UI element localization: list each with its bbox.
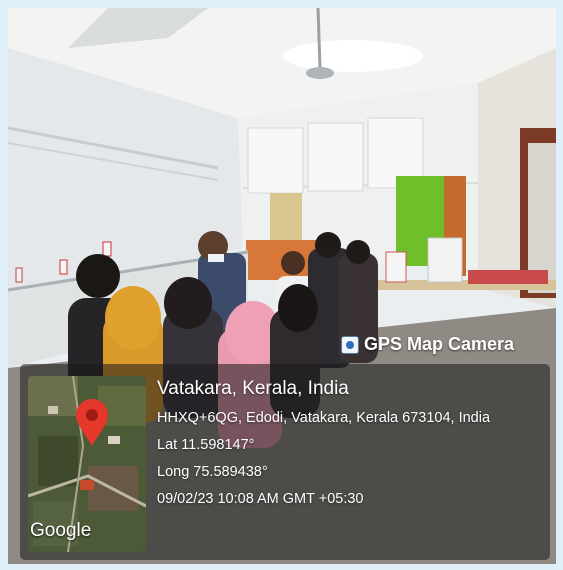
app-name-label: GPS Map Camera xyxy=(364,334,515,354)
longitude-line: Long 75.589438° xyxy=(157,464,268,480)
location-title: Vatakara, Kerala, India xyxy=(157,378,349,399)
orange-shelf xyxy=(246,240,316,280)
gps-map-camera-badge: GPS Map Camera xyxy=(341,334,514,355)
lab-box xyxy=(427,237,463,283)
location-details: Vatakara, Kerala, India HHXQ+6QG, Edodi,… xyxy=(157,378,549,518)
map-provider-logo: Google xyxy=(30,520,92,541)
mini-map: Google xyxy=(28,376,146,552)
fan-rod xyxy=(316,8,322,69)
address-line: HHXQ+6QG, Edodi, Vatakara, Kerala 673104… xyxy=(157,410,491,426)
location-info-panel: Google Vatakara, Kerala, India HHXQ+6QG,… xyxy=(20,364,550,560)
latitude-line: Lat 11.598147° xyxy=(157,437,255,453)
camera-app-icon xyxy=(341,335,359,354)
ceiling-light xyxy=(283,40,423,72)
ceiling-fan xyxy=(306,67,334,79)
timestamp-line: 09/02/23 10:08 AM GMT +05:30 xyxy=(157,491,364,507)
photo-frame: GPS Map Camera Google Vatakara, Kerala, … xyxy=(8,8,556,564)
location-pin-icon xyxy=(76,399,108,446)
